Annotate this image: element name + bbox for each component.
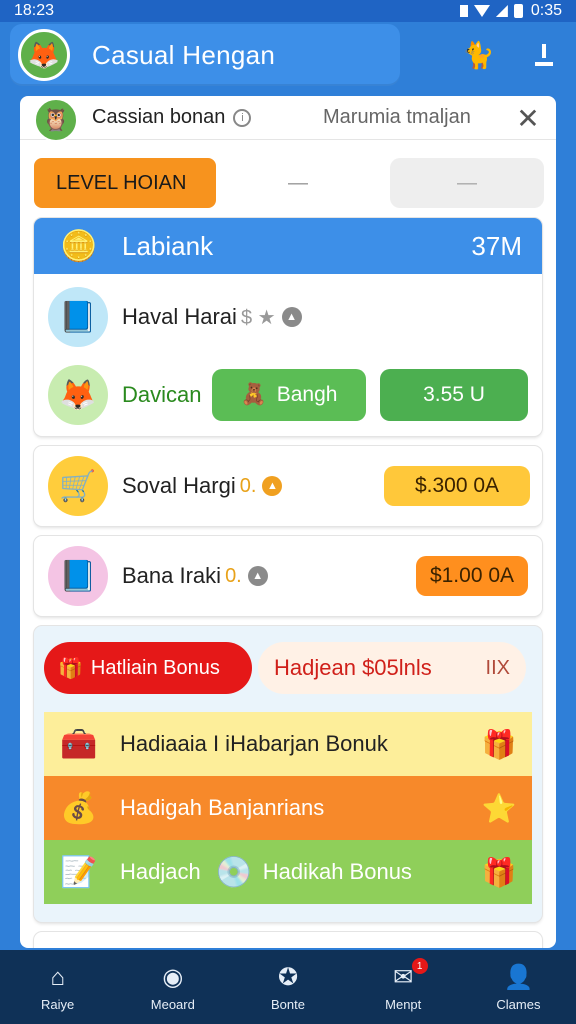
item-sub: 0.: [225, 564, 242, 587]
bonus-label: Hadjach: [120, 859, 201, 884]
person-icon: [534, 44, 553, 66]
balance-card: 🪙 Labiank 37M 📘 Haval Harai $ ★ ▲ 🦊 Davi…: [34, 218, 542, 436]
bangh-label: Bangh: [276, 383, 338, 406]
item-label: Bana Iraki: [122, 563, 222, 588]
nav-label: Menpt: [385, 996, 422, 1012]
sheet-subtitle: Marumia tmaljan: [323, 106, 471, 128]
bangh-button[interactable]: 🧸 Bangh: [212, 369, 366, 421]
notification-badge: 1: [411, 958, 428, 974]
row-sub: $ ★: [240, 306, 276, 329]
balance-header: 🪙 Labiank 37M: [34, 218, 542, 274]
fox-icon: 🦊: [48, 365, 108, 425]
wifi-icon: [473, 5, 490, 17]
info-dot-icon: ▲: [262, 476, 283, 496]
info-icon[interactable]: i: [233, 108, 252, 127]
balance-row-2: 🦊 Davican 🧸 Bangh 3.55 U: [34, 360, 542, 430]
bonus-panel: 🎁 Hatliain Bonus Hadjean $05lnls IIX 🧰 H…: [34, 626, 542, 922]
price-button[interactable]: $1.00 0A: [416, 556, 528, 596]
treasure-cart-icon: 🛒: [48, 456, 108, 516]
level-button[interactable]: LEVEL HOIAN: [34, 158, 216, 208]
close-button[interactable]: ✕: [512, 102, 544, 134]
bonus-row-2[interactable]: 💰 Hadigah Banjanrians ⭐: [44, 776, 532, 840]
gold-coins-icon: 🪙: [60, 229, 98, 263]
app-bar: 🦊 Casual Hengan: [10, 24, 400, 86]
record-icon: ◉: [162, 964, 184, 991]
gift-box-icon: 🎁: [481, 856, 517, 888]
bonus-row-1[interactable]: 🧰 Hadiaaia I iHabarjan Bonuk 🎁: [44, 712, 532, 776]
home-icon: ⌂: [50, 963, 65, 991]
level-input[interactable]: —: [390, 158, 544, 208]
owl-mascot-icon: 🦉: [42, 106, 70, 132]
price-button[interactable]: $.300 0A: [384, 466, 530, 506]
signal-icon: [495, 5, 508, 17]
badge-icon: ✪: [277, 964, 299, 991]
level-row: LEVEL HOIAN — —: [34, 158, 544, 208]
balance-row-1[interactable]: 📘 Haval Harai $ ★ ▲: [34, 274, 542, 360]
treasure-chest-icon: 🧰: [60, 727, 98, 761]
row-label: Davican: [122, 382, 202, 407]
sheet-avatar: 🦉: [34, 97, 78, 142]
profile-button[interactable]: [522, 33, 566, 77]
gift-box-icon: 🎁: [481, 728, 517, 760]
next-card: [34, 932, 542, 948]
status-bar: 18:23 0:35: [0, 0, 576, 22]
info-dot-icon: ▲: [247, 566, 268, 586]
bottom-nav: ⌂ Raiye ◉ Meoard ✪ Bonte ✉ 1 Menpt 👤 Cla…: [0, 950, 576, 1024]
app-avatar[interactable]: 🦊: [18, 29, 70, 81]
item-sub: 0.: [239, 474, 257, 497]
nav-item-home[interactable]: ⌂ Raiye: [0, 950, 115, 1024]
sheet-title: Cassian bonan: [92, 106, 226, 128]
sheet-header: 🦉 Cassian bonan i Marumia tmaljan ✕: [20, 96, 556, 142]
bonus-label: Hadiaaia I iHabarjan Bonuk: [120, 731, 388, 756]
star-icon: ⭐: [481, 792, 517, 824]
disc-icon: 💿: [215, 855, 253, 889]
app-title: Casual Hengan: [92, 39, 276, 70]
list-item: 📘 Bana Iraki 0. ▲ $1.00 0A: [34, 536, 542, 616]
nav-label: Meoard: [150, 996, 195, 1012]
pet-button[interactable]: 🐈: [457, 33, 501, 77]
note-icon: 📝: [60, 855, 98, 889]
book-icon: 📘: [48, 546, 108, 606]
app-bar-actions: 🐈: [406, 24, 576, 86]
nav-label: Clames: [496, 996, 541, 1012]
close-icon: ✕: [516, 102, 540, 134]
bonus-label: Hadigah Banjanrians: [120, 795, 325, 820]
chest-icon: 💰: [60, 791, 98, 825]
status-time: 18:23: [14, 2, 55, 19]
nav-item-bonte[interactable]: ✪ Bonte: [230, 950, 345, 1024]
tab-hadjean[interactable]: Hadjean $05lnls IIX: [258, 642, 526, 694]
tab-label: Hadjean $05lnls: [274, 655, 432, 680]
item-label: Soval Hargi: [122, 473, 236, 498]
document-icon: 📘: [48, 287, 108, 347]
balance-value: 37M: [471, 230, 522, 261]
status-right-time: 0:35: [530, 2, 562, 19]
profile-icon: 👤: [503, 964, 534, 991]
gift-icon: 🎁: [58, 657, 83, 680]
fox-mascot-icon: 🦊: [27, 39, 61, 70]
main-sheet: 🦉 Cassian bonan i Marumia tmaljan ✕ LEVE…: [20, 96, 556, 948]
bonus-label-2: Hadikah Bonus: [262, 859, 412, 884]
nav-item-messages[interactable]: ✉ 1 Menpt: [346, 950, 461, 1024]
bluetooth-icon: [459, 5, 468, 17]
cat-icon: 🐈: [462, 39, 495, 70]
level-dash: —: [288, 171, 308, 194]
item-card-1[interactable]: 🛒 Soval Hargi 0. ▲ $.300 0A: [34, 446, 542, 526]
tab-label: Hatliain Bonus: [90, 656, 220, 679]
tab-close[interactable]: IIX: [486, 657, 510, 680]
character-icon: 🧸: [240, 383, 267, 406]
row-label: Haval Harai: [122, 304, 237, 329]
nav-label: Bonte: [271, 996, 305, 1012]
nav-item-profile[interactable]: 👤 Clames: [461, 950, 576, 1024]
info-dot-icon: ▲: [281, 307, 302, 327]
bonus-row-3[interactable]: 📝 Hadjach 💿 Hadikah Bonus 🎁: [44, 840, 532, 904]
nav-label: Raiye: [40, 996, 75, 1012]
item-card-2[interactable]: 📘 Bana Iraki 0. ▲ $1.00 0A: [34, 536, 542, 616]
list-item: 🛒 Soval Hargi 0. ▲ $.300 0A: [34, 446, 542, 526]
bonus-tabs: 🎁 Hatliain Bonus Hadjean $05lnls IIX: [44, 642, 526, 694]
tab-hatliain-bonus[interactable]: 🎁 Hatliain Bonus: [44, 642, 252, 694]
balance-title: Labiank: [122, 230, 214, 261]
value-button[interactable]: 3.55 U: [380, 369, 528, 421]
nav-item-record[interactable]: ◉ Meoard: [115, 950, 230, 1024]
battery-icon: [513, 4, 523, 18]
